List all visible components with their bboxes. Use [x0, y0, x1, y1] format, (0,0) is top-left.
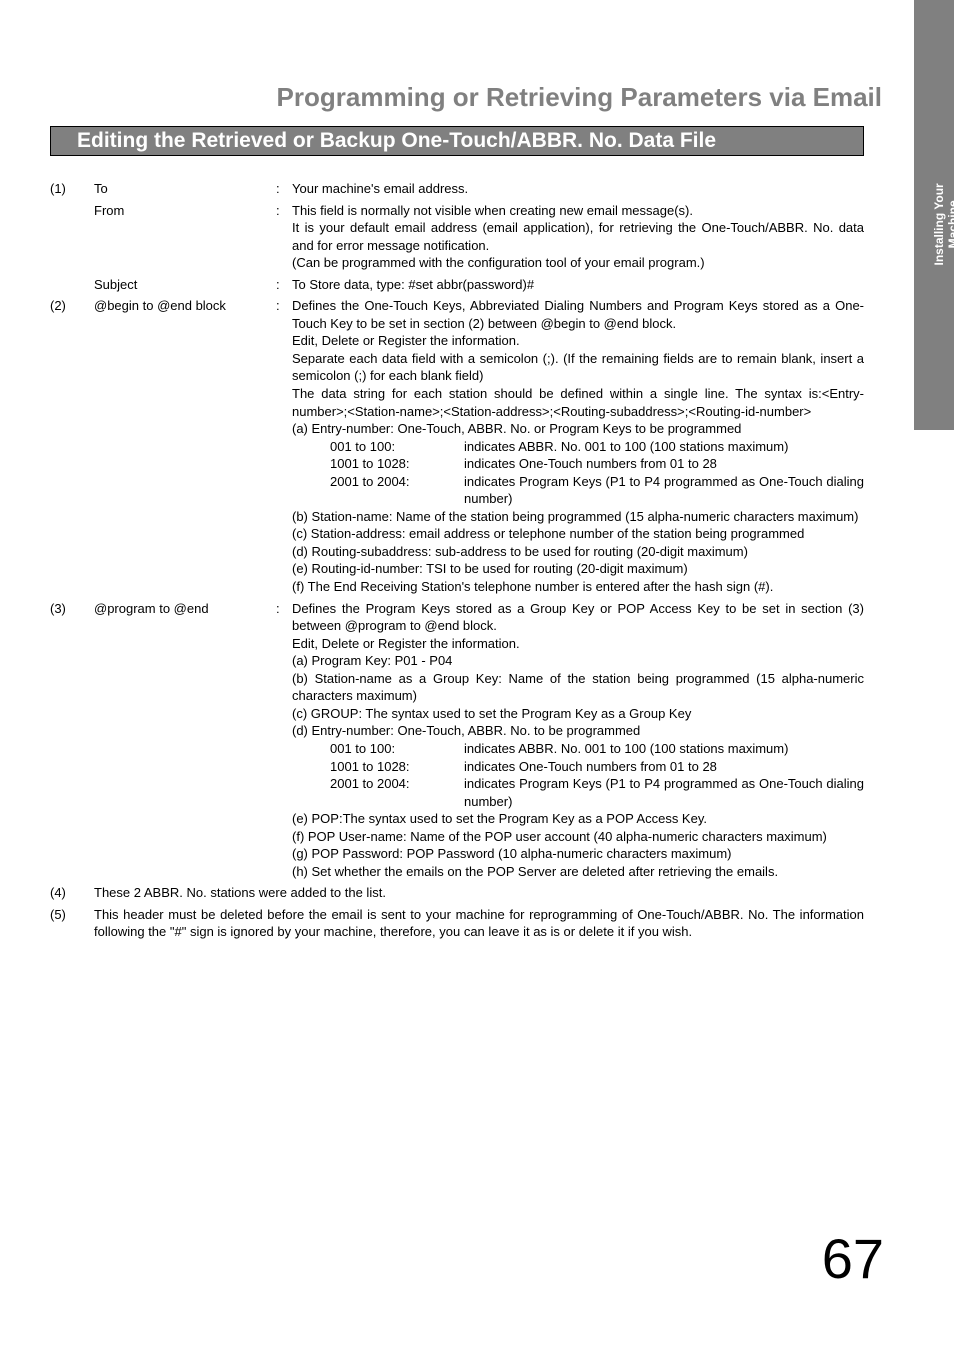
item-text: This header must be deleted before the e…	[94, 906, 864, 941]
item-text: These 2 ABBR. No. stations were added to…	[94, 884, 864, 902]
content-body: (1) To : Your machine's email address. F…	[50, 180, 864, 945]
section-heading-bar: Editing the Retrieved or Backup One-Touc…	[50, 126, 864, 156]
field-value: Your machine's email address.	[292, 180, 864, 198]
field-label: To	[94, 180, 276, 198]
field-value: Defines the One-Touch Keys, Abbreviated …	[292, 297, 864, 595]
item-index: (5)	[50, 906, 94, 941]
item-index: (2)	[50, 297, 94, 595]
colon: :	[276, 600, 292, 881]
colon: :	[276, 276, 292, 294]
item-index: (4)	[50, 884, 94, 902]
item-index: (3)	[50, 600, 94, 881]
field-label: @program to @end	[94, 600, 276, 881]
field-value: To Store data, type: #set abbr(password)…	[292, 276, 864, 294]
field-value: Defines the Program Keys stored as a Gro…	[292, 600, 864, 881]
section-heading-text: Editing the Retrieved or Backup One-Touc…	[51, 127, 863, 153]
colon: :	[276, 202, 292, 272]
colon: :	[276, 297, 292, 595]
colon: :	[276, 180, 292, 198]
field-value: This field is normally not visible when …	[292, 202, 864, 272]
field-label: From	[94, 202, 276, 272]
page-number: 67	[822, 1226, 884, 1291]
item-index: (1)	[50, 180, 94, 198]
side-tab: Installing YourMachine	[914, 0, 954, 430]
page-title: Programming or Retrieving Parameters via…	[277, 82, 882, 113]
field-label: @begin to @end block	[94, 297, 276, 595]
side-tab-label: Installing YourMachine	[932, 183, 954, 265]
field-label: Subject	[94, 276, 276, 294]
